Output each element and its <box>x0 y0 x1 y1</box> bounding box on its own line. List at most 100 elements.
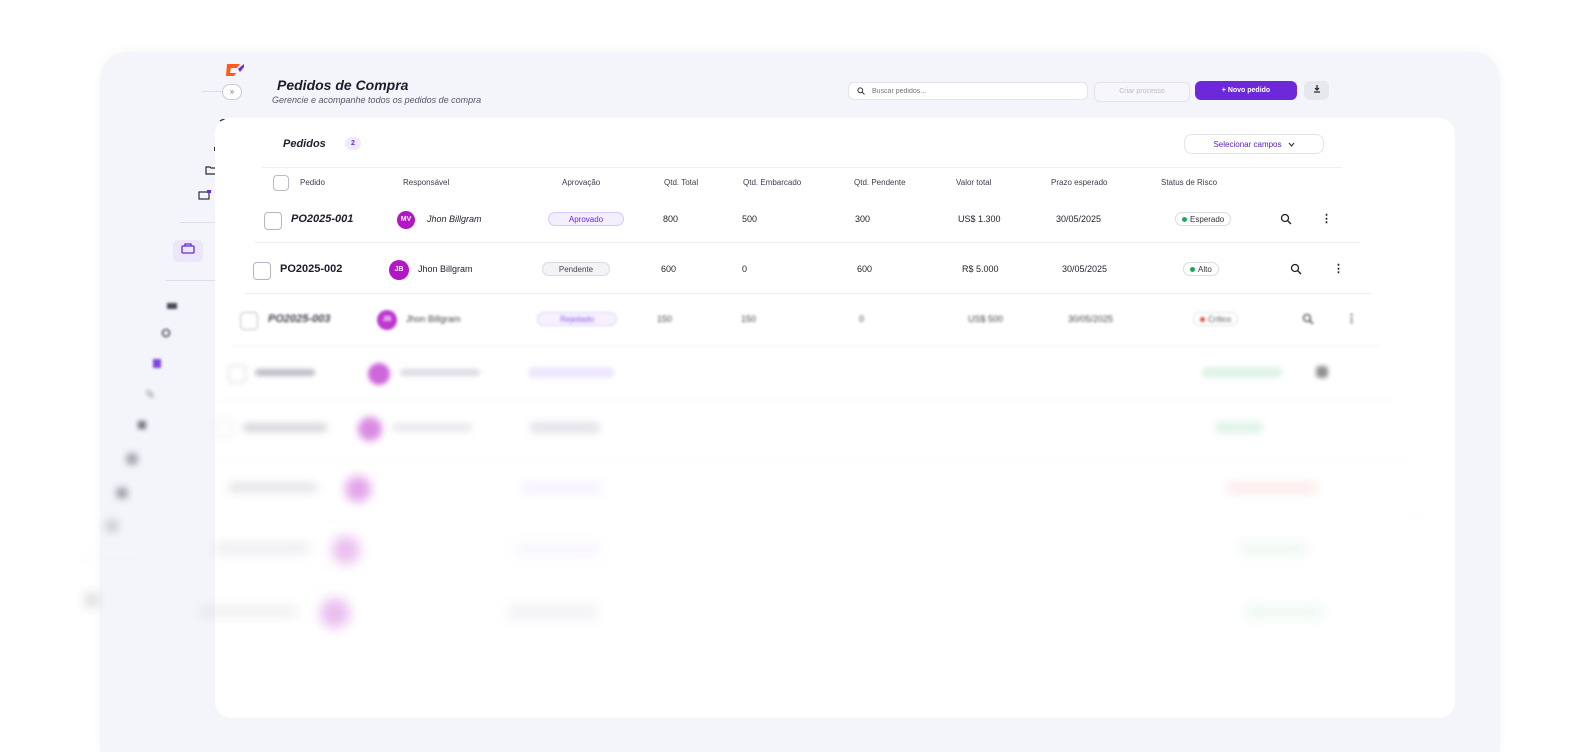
approval-badge: Aprovado <box>548 212 624 226</box>
row-divider <box>255 242 1360 243</box>
row-divider <box>220 400 1395 401</box>
inbox-icon[interactable] <box>197 190 211 202</box>
calendar-icon[interactable] <box>115 487 129 499</box>
zoom-icon[interactable] <box>1290 263 1302 275</box>
col-qtd-embarcado[interactable]: Qtd. Embarcado <box>743 178 801 187</box>
row-checkbox[interactable] <box>240 312 258 330</box>
approval-placeholder <box>508 606 598 618</box>
row-divider <box>205 458 1410 459</box>
user-icon[interactable] <box>85 593 99 606</box>
prazo-esperado: 30/05/2025 <box>1068 314 1114 324</box>
order-id-placeholder <box>243 424 327 431</box>
risk-label: Alto <box>1198 264 1212 274</box>
zoom-icon[interactable] <box>1280 213 1292 225</box>
order-id[interactable]: PO2025-003 <box>268 313 330 325</box>
responsible-name: Jhon Billgram <box>406 314 461 324</box>
risk-badge: Alto <box>1183 262 1219 276</box>
approval-placeholder <box>515 543 601 555</box>
responsible-name: Jhon Billgram <box>418 264 473 274</box>
tool-icon[interactable] <box>143 389 157 401</box>
risk-placeholder <box>1215 422 1263 433</box>
approval-placeholder <box>528 367 614 378</box>
row-checkbox[interactable] <box>264 212 282 230</box>
col-valor-total[interactable]: Valor total <box>956 178 991 187</box>
more-options-icon[interactable]: ⋮ <box>1333 263 1344 275</box>
col-pedido[interactable]: Pedido <box>300 178 325 187</box>
avatar: MV <box>397 211 415 229</box>
approval-badge: Rejeitado <box>537 312 617 326</box>
card-title: Pedidos <box>283 138 326 150</box>
qtd-pendente: 0 <box>859 314 865 324</box>
prazo-esperado: 30/05/2025 <box>1056 214 1102 224</box>
risk-badge: Esperado <box>1175 212 1232 226</box>
select-all-checkbox[interactable] <box>273 175 289 191</box>
row-checkbox[interactable] <box>228 365 246 383</box>
row-divider <box>232 345 1382 346</box>
risk-placeholder <box>1245 606 1325 618</box>
qtd-total: 600 <box>661 264 677 274</box>
globe-icon[interactable] <box>105 520 119 532</box>
risk-dot <box>1182 216 1187 222</box>
new-order-button[interactable]: + Novo pedido <box>1195 81 1297 100</box>
document-icon[interactable] <box>150 358 164 370</box>
name-placeholder <box>400 369 480 376</box>
order-id-placeholder <box>228 484 318 491</box>
qtd-embarcado: 0 <box>742 264 748 274</box>
row-checkbox[interactable] <box>215 420 233 438</box>
risk-dot <box>1190 266 1195 272</box>
risk-placeholder <box>1202 367 1282 378</box>
row-divider <box>245 293 1370 294</box>
risk-placeholder <box>1226 482 1318 494</box>
col-qtd-total[interactable]: Qtd. Total <box>664 178 698 187</box>
col-risco[interactable]: Status de Risco <box>1161 178 1217 187</box>
orders-card <box>215 118 1455 718</box>
approval-badge: Pendente <box>542 262 610 276</box>
grid-icon[interactable] <box>125 453 139 465</box>
select-fields-label: Selecionar campos <box>1213 139 1282 149</box>
avatar: JB <box>389 260 409 280</box>
qtd-total: 800 <box>663 214 679 224</box>
zoom-icon[interactable] <box>1316 366 1328 378</box>
col-prazo[interactable]: Prazo esperado <box>1051 178 1107 187</box>
col-aprovacao[interactable]: Aprovação <box>562 178 600 187</box>
select-fields-button[interactable]: Selecionar campos <box>1184 134 1324 154</box>
more-options-icon[interactable]: ⋮ <box>1346 313 1357 325</box>
chevron-down-icon <box>1288 142 1294 147</box>
search-box[interactable] <box>848 82 1088 100</box>
order-id-placeholder <box>214 545 310 552</box>
search-input[interactable] <box>870 86 1074 96</box>
users-icon[interactable] <box>165 301 179 313</box>
col-qtd-pendente[interactable]: Qtd. Pendente <box>854 178 906 187</box>
risk-placeholder <box>1238 543 1308 555</box>
approval-placeholder <box>522 482 602 494</box>
settings-icon[interactable] <box>159 328 173 340</box>
qtd-total: 150 <box>657 314 673 324</box>
approval-placeholder <box>530 422 600 433</box>
create-process-button[interactable]: Criar processo <box>1094 82 1190 102</box>
search-icon <box>857 87 865 95</box>
col-responsavel[interactable]: Responsável <box>403 178 449 187</box>
table-header-divider <box>262 167 1342 168</box>
export-button[interactable] <box>1304 81 1329 100</box>
zoom-icon[interactable] <box>1302 313 1314 325</box>
order-id[interactable]: PO2025-001 <box>291 213 353 225</box>
prazo-esperado: 30/05/2025 <box>1062 264 1108 274</box>
risk-badge: Crítico <box>1193 312 1239 326</box>
page-subtitle: Gerencie e acompanhe todos os pedidos de… <box>272 95 482 105</box>
risk-dot <box>1200 316 1205 322</box>
order-id[interactable]: PO2025-002 <box>280 263 342 275</box>
avatar: JB <box>377 310 397 330</box>
row-checkbox[interactable] <box>253 262 271 280</box>
page-title: Pedidos de Compra <box>277 77 409 93</box>
box-icon[interactable] <box>135 420 149 432</box>
row-divider <box>190 518 1425 519</box>
valor-total: R$ 5.000 <box>962 264 999 274</box>
order-id-placeholder <box>255 369 315 376</box>
more-options-icon[interactable]: ⋮ <box>1321 213 1332 225</box>
avatar <box>320 598 350 628</box>
qtd-embarcado: 500 <box>742 214 758 224</box>
avatar <box>368 363 390 385</box>
valor-total: US$ 500 <box>968 314 1004 324</box>
row-divider <box>175 578 1440 579</box>
avatar <box>332 536 360 564</box>
